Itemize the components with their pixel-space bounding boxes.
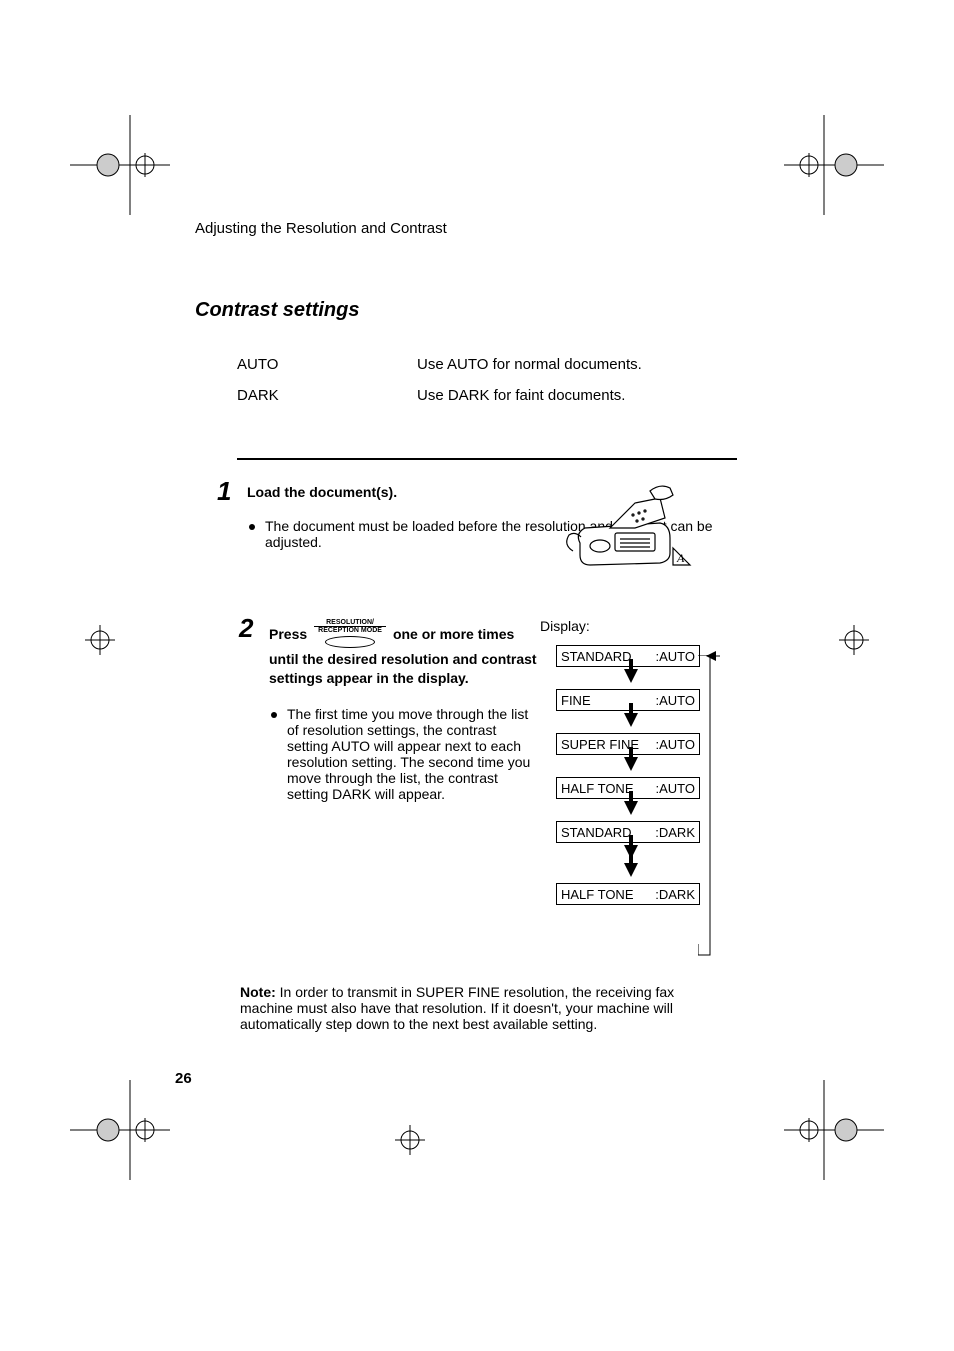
resolution-key-icon: RESOLUTION/ RECEPTION MODE xyxy=(314,619,386,648)
lcd-row: STANDARD :DARK xyxy=(556,821,700,843)
lcd-row: HALF TONE :DARK xyxy=(556,883,700,905)
table-row: DARK Use DARK for faint documents. xyxy=(237,387,735,404)
lcd-left: HALF TONE xyxy=(561,887,633,902)
registration-mark xyxy=(824,610,884,670)
fax-illustration: A xyxy=(565,473,705,573)
display-sequence: STANDARD :AUTO FINE :AUTO SUPER FINE :AU… xyxy=(556,645,706,907)
registration-mark xyxy=(70,115,170,215)
arrow-down-icon xyxy=(624,863,638,877)
row-label: DARK xyxy=(237,387,287,404)
lcd-left: STANDARD xyxy=(561,825,632,840)
return-arrow-line-icon xyxy=(698,655,718,963)
note-body: In order to transmit in SUPER FINE resol… xyxy=(240,984,674,1032)
step-title: Press RESOLUTION/ RECEPTION MODE one or … xyxy=(269,621,539,688)
lcd-row: STANDARD :AUTO xyxy=(556,645,700,667)
key-shape-icon xyxy=(325,636,375,648)
display-label: Display: xyxy=(540,618,590,634)
contrast-table: AUTO Use AUTO for normal documents. DARK… xyxy=(237,356,735,404)
key-label-top: RESOLUTION/ xyxy=(314,619,386,626)
arrow-down-icon xyxy=(624,713,638,727)
lcd-right: :AUTO xyxy=(656,693,696,708)
running-head: Adjusting the Resolution and Contrast xyxy=(195,220,735,237)
registration-mark xyxy=(70,610,130,670)
svg-text:A: A xyxy=(676,551,685,565)
bullet-icon xyxy=(249,524,255,530)
lcd-right: :DARK xyxy=(655,825,695,840)
lcd-right: :AUTO xyxy=(656,781,696,796)
lcd-left: FINE xyxy=(561,693,591,708)
lcd-right: :DARK xyxy=(655,887,695,902)
step-bullet-text: The first time you move through the list… xyxy=(287,706,539,802)
page-number: 26 xyxy=(175,1070,192,1087)
row-label: AUTO xyxy=(237,356,287,373)
lcd-row: SUPER FINE :AUTO xyxy=(556,733,700,755)
lcd-row: HALF TONE :AUTO xyxy=(556,777,700,799)
registration-mark xyxy=(784,1080,884,1180)
arrow-down-icon xyxy=(624,669,638,683)
divider xyxy=(237,458,737,460)
registration-mark xyxy=(380,1110,440,1170)
step2-prefix: Press xyxy=(269,626,311,642)
step-number: 1 xyxy=(217,478,247,504)
lcd-right: :AUTO xyxy=(656,737,696,752)
registration-mark xyxy=(70,1080,170,1180)
lcd-left: HALF TONE xyxy=(561,781,633,796)
registration-mark xyxy=(784,115,884,215)
section-heading: Contrast settings xyxy=(195,299,735,322)
lcd-left: STANDARD xyxy=(561,649,632,664)
lcd-right: :AUTO xyxy=(656,649,696,664)
lcd-left: SUPER FINE xyxy=(561,737,639,752)
step-2: 2 Press RESOLUTION/ RECEPTION MODE one o… xyxy=(239,615,539,802)
table-row: AUTO Use AUTO for normal documents. xyxy=(237,356,735,373)
row-desc: Use DARK for faint documents. xyxy=(417,387,625,404)
key-label-bottom: RECEPTION MODE xyxy=(314,626,386,634)
arrow-down-icon xyxy=(624,757,638,771)
bullet-icon xyxy=(271,712,277,718)
step-number: 2 xyxy=(239,615,269,641)
arrow-down-icon xyxy=(624,801,638,815)
lcd-row: FINE :AUTO xyxy=(556,689,700,711)
note: Note: In order to transmit in SUPER FINE… xyxy=(240,984,730,1032)
row-desc: Use AUTO for normal documents. xyxy=(417,356,642,373)
note-prefix: Note: xyxy=(240,984,280,1000)
